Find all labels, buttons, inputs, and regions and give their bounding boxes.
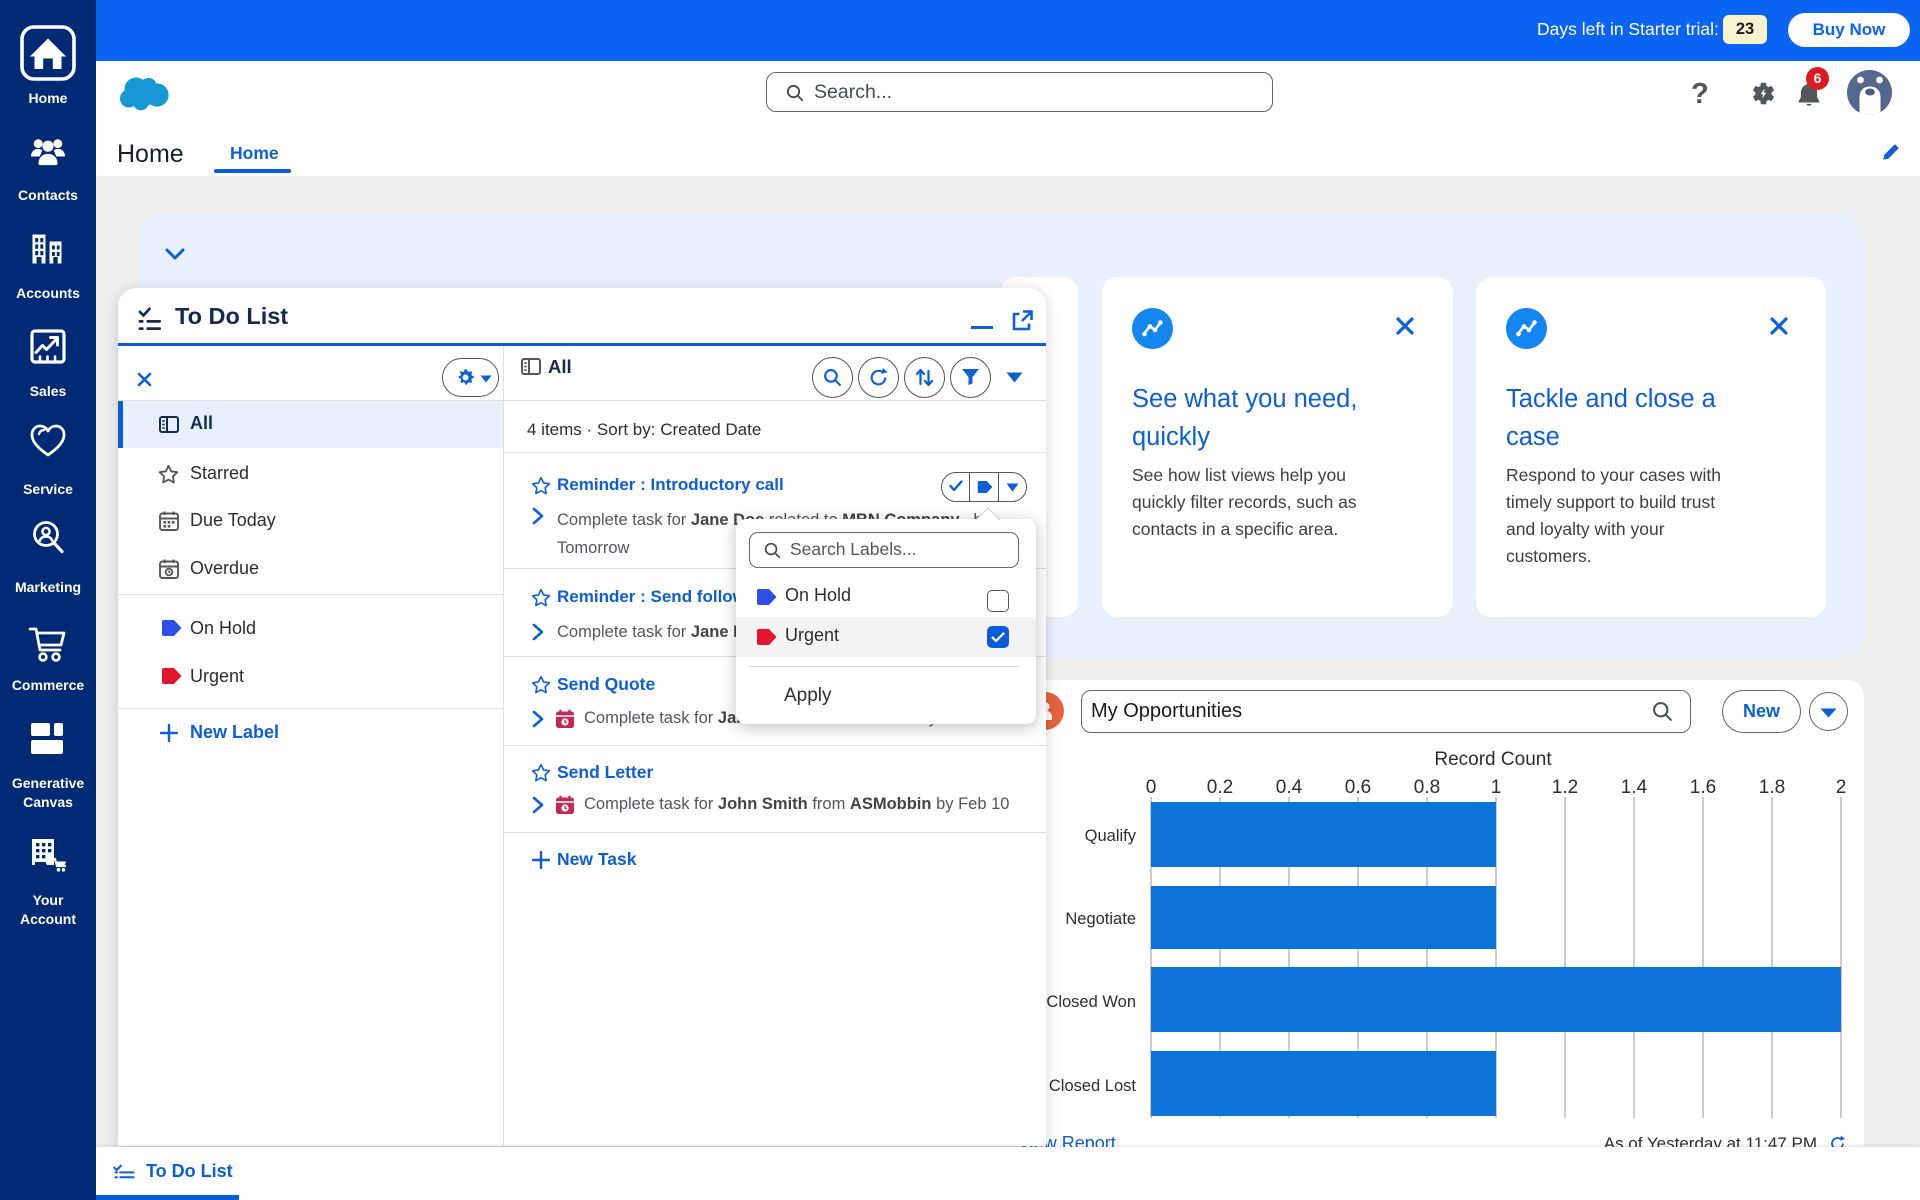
svg-text:1.4: 1.4 xyxy=(1621,777,1648,798)
svg-text:0.4: 0.4 xyxy=(1276,777,1303,798)
svg-text:0.6: 0.6 xyxy=(1345,777,1371,798)
svg-text:Record Count: Record Count xyxy=(1434,749,1552,770)
svg-text:Qualify: Qualify xyxy=(1085,827,1137,845)
svg-text:1: 1 xyxy=(1491,777,1502,798)
svg-text:Closed Won: Closed Won xyxy=(1046,993,1136,1011)
svg-text:0: 0 xyxy=(1146,777,1157,798)
svg-text:2: 2 xyxy=(1836,777,1847,798)
svg-text:Closed Lost: Closed Lost xyxy=(1049,1077,1137,1095)
svg-text:Negotiate: Negotiate xyxy=(1065,910,1136,928)
svg-text:0.2: 0.2 xyxy=(1207,777,1233,798)
svg-text:0.8: 0.8 xyxy=(1414,777,1440,798)
svg-text:1.2: 1.2 xyxy=(1552,777,1578,798)
svg-text:1.6: 1.6 xyxy=(1690,777,1716,798)
svg-text:1.8: 1.8 xyxy=(1759,777,1785,798)
